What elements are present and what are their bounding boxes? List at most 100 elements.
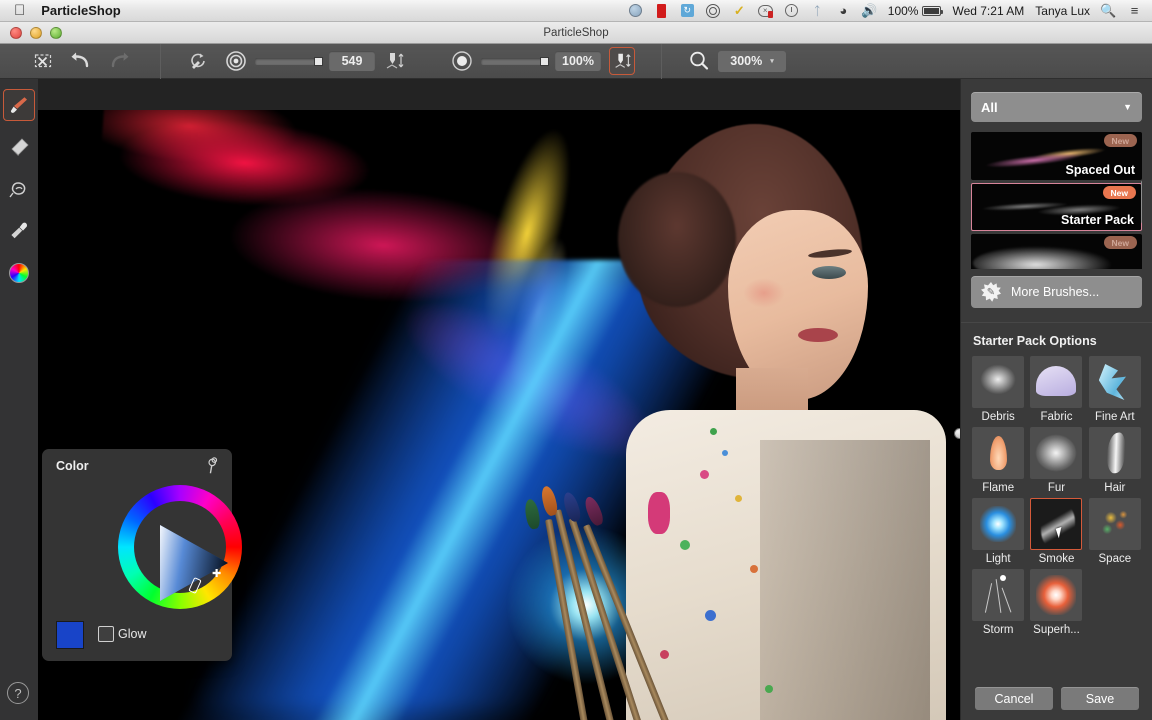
brush-option-superhero[interactable]: Superh... bbox=[1028, 569, 1084, 636]
brush-tip bbox=[523, 498, 541, 530]
brush-thumbnail[interactable] bbox=[1089, 356, 1141, 408]
pack-list-scrollbar[interactable] bbox=[1141, 180, 1142, 224]
apple-logo-icon[interactable]:  bbox=[14, 3, 25, 18]
brush-option-debris[interactable]: Debris bbox=[970, 356, 1026, 423]
brush-thumbnail[interactable] bbox=[1030, 356, 1082, 408]
window-title: ParticleShop bbox=[0, 27, 1152, 39]
triangle-cursor[interactable]: ✚ bbox=[212, 567, 221, 580]
paint-splatter bbox=[722, 450, 728, 456]
menubar-status-area: ↻ ✓ × ᛏ ◕ 🔊 100% Wed 7:21 AM Tanya Lux 🔍… bbox=[628, 3, 1152, 18]
list-icon[interactable]: ≡ bbox=[1127, 3, 1142, 18]
history-tool-group bbox=[24, 44, 138, 79]
brush-size-value[interactable]: 549 bbox=[329, 51, 375, 71]
brush-pack-starter-pack[interactable]: New Starter Pack bbox=[971, 183, 1142, 231]
undo-icon[interactable] bbox=[62, 44, 100, 79]
eyedropper-tool[interactable] bbox=[3, 215, 35, 247]
brush-thumbnail[interactable] bbox=[1089, 498, 1141, 550]
brush-option-smoke[interactable]: Smoke bbox=[1028, 498, 1084, 565]
search-icon[interactable]: 🔍 bbox=[1101, 3, 1116, 18]
brush-opacity-icon[interactable] bbox=[443, 44, 481, 79]
glow-checkbox[interactable] bbox=[98, 626, 114, 642]
eye-icon[interactable] bbox=[706, 3, 721, 18]
pack-filter-value: All bbox=[981, 100, 998, 115]
current-color-swatch[interactable] bbox=[56, 621, 84, 649]
brush-opacity-slider-track[interactable] bbox=[481, 58, 547, 65]
cancel-button[interactable]: Cancel bbox=[975, 687, 1053, 710]
volume-icon[interactable]: 🔊 bbox=[862, 3, 877, 18]
brush-thumbnail[interactable] bbox=[972, 569, 1024, 621]
pin-icon[interactable] bbox=[201, 455, 223, 477]
help-button[interactable]: ? bbox=[7, 682, 29, 704]
eraser-tool[interactable] bbox=[3, 131, 35, 163]
left-tool-rail: ? bbox=[0, 79, 38, 720]
brush-opacity-slider-knob[interactable] bbox=[540, 57, 549, 66]
red-box-icon[interactable] bbox=[654, 3, 669, 18]
brush-pack-spaced-out[interactable]: New Spaced Out bbox=[971, 132, 1142, 180]
brush-option-fur[interactable]: Fur bbox=[1028, 427, 1084, 494]
menubar-username[interactable]: Tanya Lux bbox=[1035, 4, 1090, 18]
app-toolbar: 549 100% 300% ▾ bbox=[0, 44, 1152, 79]
brush-tip bbox=[582, 495, 605, 528]
more-brushes-label: More Brushes... bbox=[1011, 285, 1099, 299]
checkmark-icon[interactable]: ✓ bbox=[732, 3, 747, 18]
options-section-title: Starter Pack Options bbox=[973, 334, 1152, 348]
panel-footer-buttons: Cancel Save bbox=[961, 687, 1152, 710]
brush-thumbnail[interactable] bbox=[972, 356, 1024, 408]
dial-icon[interactable] bbox=[784, 3, 799, 18]
mac-menu-bar:  ParticleShop ↻ ✓ × ᛏ ◕ 🔊 100% Wed 7:21… bbox=[0, 0, 1152, 22]
brush-label: Space bbox=[1099, 553, 1132, 565]
chevron-down-icon: ▼ bbox=[1123, 102, 1132, 112]
brush-size-icon[interactable] bbox=[217, 44, 255, 79]
brush-option-light[interactable]: Light bbox=[970, 498, 1026, 565]
brush-thumbnail[interactable] bbox=[972, 498, 1024, 550]
pack-filter-dropdown[interactable]: All ▼ bbox=[971, 92, 1142, 122]
brush-tip bbox=[561, 491, 583, 524]
brush-opacity-value[interactable]: 100% bbox=[555, 51, 601, 71]
subject-cheek bbox=[743, 278, 785, 308]
brush-size-slider-track[interactable] bbox=[255, 58, 321, 65]
brush-thumbnail[interactable] bbox=[972, 427, 1024, 479]
brush-tip-opacity-icon[interactable] bbox=[609, 47, 635, 75]
brush-options-grid: Debris Fabric Fine Art Flame Fur Hair bbox=[970, 356, 1143, 640]
brush-option-fine-art[interactable]: Fine Art bbox=[1087, 356, 1143, 423]
brush-rotate-icon[interactable] bbox=[179, 44, 217, 79]
brush-label: Debris bbox=[982, 411, 1015, 423]
brush-tool[interactable] bbox=[3, 89, 35, 121]
paint-splatter bbox=[735, 495, 742, 502]
magnifier-icon[interactable] bbox=[680, 44, 718, 79]
brush-tip-size-icon[interactable] bbox=[375, 44, 413, 79]
brush-size-slider[interactable] bbox=[255, 58, 321, 65]
sync-icon[interactable]: ↻ bbox=[680, 3, 695, 18]
save-button[interactable]: Save bbox=[1061, 687, 1139, 710]
x-badge-icon[interactable]: × bbox=[758, 3, 773, 18]
brush-option-flame[interactable]: Flame bbox=[970, 427, 1026, 494]
brush-opacity-slider[interactable] bbox=[481, 58, 547, 65]
globe-icon[interactable] bbox=[628, 3, 643, 18]
brush-option-storm[interactable]: Storm bbox=[970, 569, 1026, 636]
subject-hair-bun bbox=[618, 172, 736, 307]
battery-status[interactable]: 100% bbox=[888, 4, 942, 18]
color-wheel[interactable]: ✚ bbox=[118, 485, 242, 609]
brush-option-fabric[interactable]: Fabric bbox=[1028, 356, 1084, 423]
wifi-icon[interactable]: ◕ bbox=[836, 3, 851, 18]
brush-option-space[interactable]: Space bbox=[1087, 498, 1143, 565]
zoom-level-value: 300% bbox=[730, 54, 762, 68]
brush-thumbnail[interactable] bbox=[1030, 427, 1082, 479]
brush-thumbnail[interactable] bbox=[1089, 427, 1141, 479]
more-brushes-button[interactable]: ✎ More Brushes... bbox=[971, 276, 1142, 308]
clear-canvas-icon[interactable] bbox=[24, 44, 62, 79]
brush-size-slider-knob[interactable] bbox=[314, 57, 323, 66]
bluetooth-icon[interactable]: ᛏ bbox=[810, 3, 825, 18]
brush-label: Fine Art bbox=[1095, 411, 1135, 423]
zoom-level-select[interactable]: 300% ▾ bbox=[718, 51, 786, 72]
particleshop-app-window:  ParticleShop ↻ ✓ × ᛏ ◕ 🔊 100% Wed 7:21… bbox=[0, 0, 1152, 720]
menubar-datetime[interactable]: Wed 7:21 AM bbox=[952, 4, 1024, 18]
brush-thumbnail[interactable] bbox=[1030, 498, 1082, 550]
smudge-tool[interactable] bbox=[3, 173, 35, 205]
brush-pack-list[interactable]: New Spaced Out New Starter Pack New bbox=[971, 132, 1142, 269]
menubar-app-name[interactable]: ParticleShop bbox=[41, 3, 120, 18]
brush-pack-third[interactable]: New bbox=[971, 234, 1142, 269]
brush-option-hair[interactable]: Hair bbox=[1087, 427, 1143, 494]
brush-thumbnail[interactable] bbox=[1030, 569, 1082, 621]
color-wheel-tool[interactable] bbox=[3, 257, 35, 289]
